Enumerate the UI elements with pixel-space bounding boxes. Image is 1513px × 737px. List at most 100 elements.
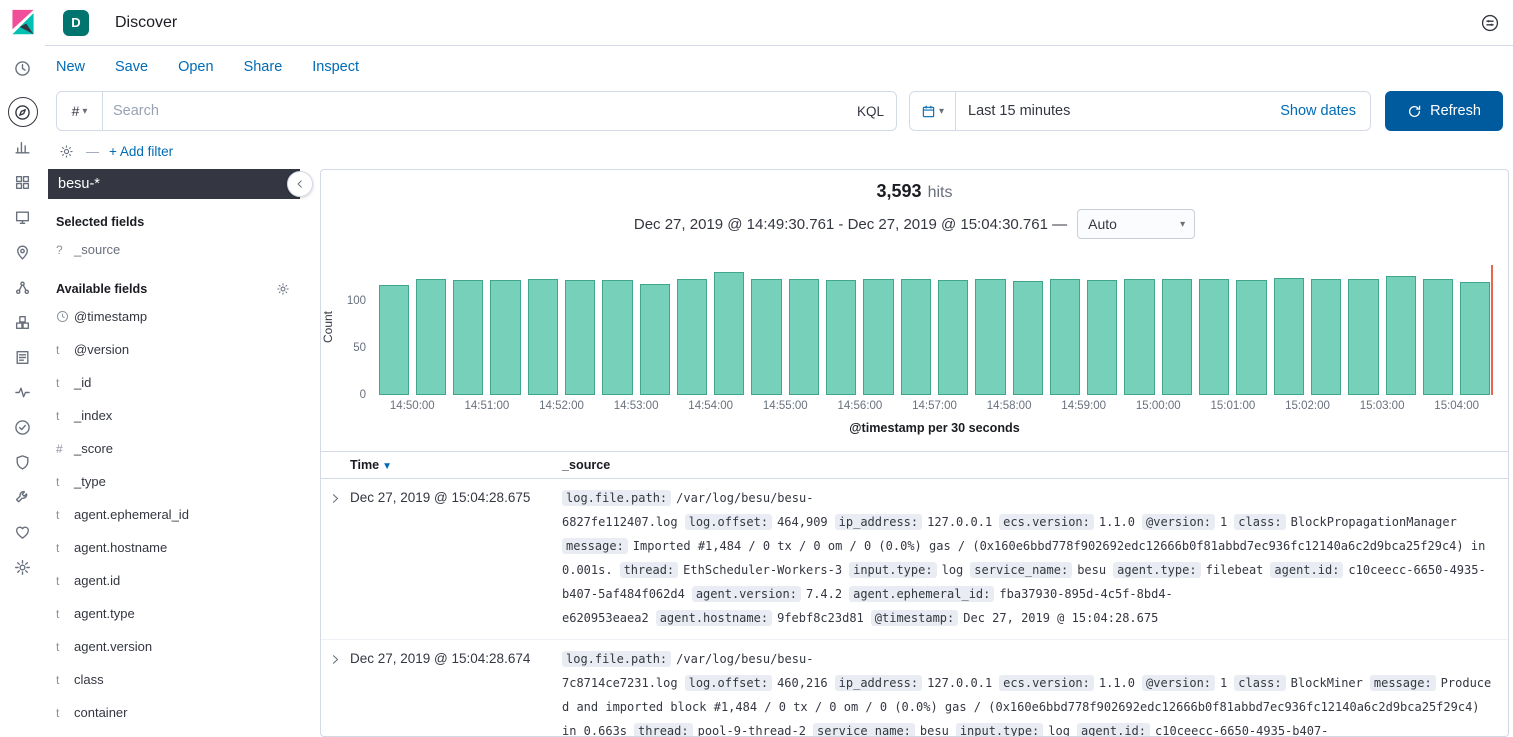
histogram-bar[interactable] — [1087, 280, 1117, 395]
field-type-badge: ? — [56, 243, 74, 257]
field-value: BlockMiner — [1291, 676, 1363, 690]
histogram-bar[interactable] — [1386, 276, 1416, 395]
nav-item-dashboard[interactable] — [8, 167, 38, 197]
field-item-_source[interactable]: ?_source — [48, 233, 300, 266]
query-row: # ▾ KQL ▾ Last 15 minutes Show dates Ref — [45, 88, 1513, 134]
histogram-bar[interactable] — [565, 280, 595, 395]
histogram-bar[interactable] — [751, 279, 781, 395]
field-type-badge: t — [56, 706, 74, 720]
field-value: 9febf8c23d81 — [777, 611, 864, 625]
histogram-bar[interactable] — [975, 279, 1005, 395]
kibana-logo[interactable] — [10, 9, 36, 35]
field-item-class[interactable]: tclass — [48, 663, 300, 696]
histogram-bar[interactable] — [938, 280, 968, 395]
collapse-sidebar-button[interactable] — [287, 171, 313, 197]
histogram-bar[interactable] — [640, 284, 670, 395]
menu-inspect-button[interactable]: Inspect — [312, 59, 359, 75]
documents-table: Time▼ _source Dec 27, 2019 @ 15:04:28.67… — [321, 451, 1508, 736]
histogram-bar[interactable] — [416, 279, 446, 395]
histogram-bar[interactable] — [453, 280, 483, 395]
histogram-bar[interactable] — [901, 279, 931, 395]
field-item-agent.hostname[interactable]: tagent.hostname — [48, 531, 300, 564]
histogram-bar[interactable] — [1311, 279, 1341, 395]
histogram-bar[interactable] — [677, 279, 707, 395]
histogram-bar[interactable] — [1274, 278, 1304, 395]
index-pattern-selector[interactable]: besu-* — [48, 169, 300, 199]
field-item-_id[interactable]: t_id — [48, 366, 300, 399]
nav-item-visualize[interactable] — [8, 132, 38, 162]
field-item-@timestamp[interactable]: @timestamp — [48, 300, 300, 333]
nav-item-canvas[interactable] — [8, 202, 38, 232]
time-range-value[interactable]: Last 15 minutes — [956, 92, 1280, 130]
field-item-agent.id[interactable]: tagent.id — [48, 564, 300, 597]
histogram-bar[interactable] — [1348, 279, 1378, 395]
field-key-badge: agent.id: — [1077, 723, 1150, 736]
field-item-@version[interactable]: t@version — [48, 333, 300, 366]
field-item-agent.version[interactable]: tagent.version — [48, 630, 300, 663]
x-tick-label: 14:54:00 — [688, 400, 733, 412]
nav-item-maps[interactable] — [8, 237, 38, 267]
menu-share-button[interactable]: Share — [244, 59, 283, 75]
field-value: 464,909 — [777, 515, 828, 529]
histogram-bar[interactable] — [528, 279, 558, 395]
show-dates-button[interactable]: Show dates — [1280, 92, 1370, 130]
histogram-bar[interactable] — [1199, 279, 1229, 395]
refresh-button[interactable]: Refresh — [1385, 91, 1503, 131]
histogram-bar[interactable] — [826, 280, 856, 395]
field-item-agent.ephemeral_id[interactable]: tagent.ephemeral_id — [48, 498, 300, 531]
nav-item-stack-monitoring[interactable] — [8, 517, 38, 547]
histogram-bars[interactable] — [375, 259, 1494, 395]
space-avatar[interactable]: D — [63, 10, 89, 36]
saved-query-menu-button[interactable]: # ▾ — [57, 92, 103, 130]
x-tick-label: 14:52:00 — [539, 400, 584, 412]
controls-icon[interactable] — [1481, 14, 1499, 32]
add-filter-button[interactable]: + Add filter — [109, 144, 173, 159]
histogram-bar[interactable] — [1162, 279, 1192, 395]
field-item-_score[interactable]: #_score — [48, 432, 300, 465]
histogram-bar[interactable] — [379, 285, 409, 395]
calendar-button[interactable]: ▾ — [910, 92, 956, 130]
nav-item-logs[interactable] — [8, 342, 38, 372]
field-key-badge: thread: — [634, 723, 693, 736]
expand-row-button[interactable] — [321, 486, 350, 630]
expand-row-button[interactable] — [321, 647, 350, 736]
menu-save-button[interactable]: Save — [115, 59, 148, 75]
histogram-bar[interactable] — [1236, 280, 1266, 395]
nav-item-dev-tools[interactable] — [8, 482, 38, 512]
histogram-bar[interactable] — [490, 280, 520, 395]
histogram-bar[interactable] — [714, 272, 744, 395]
app-nav-rail — [0, 0, 45, 737]
histogram-bar[interactable] — [863, 279, 893, 395]
nav-item-uptime[interactable] — [8, 412, 38, 442]
nav-item-management[interactable] — [8, 552, 38, 582]
nav-item-recently-viewed[interactable] — [8, 53, 38, 83]
field-key-badge: ip_address: — [835, 514, 922, 530]
field-settings-icon[interactable] — [276, 282, 292, 296]
histogram-bar[interactable] — [789, 279, 819, 395]
histogram-bar[interactable] — [602, 280, 632, 395]
interval-select[interactable]: Auto ▾ — [1077, 209, 1195, 239]
nav-item-discover[interactable] — [8, 97, 38, 127]
filter-options-icon[interactable] — [59, 144, 74, 159]
histogram-bar[interactable] — [1124, 279, 1154, 395]
histogram-bar[interactable] — [1423, 279, 1453, 395]
nav-item-apm[interactable] — [8, 377, 38, 407]
field-item-container[interactable]: tcontainer — [48, 696, 300, 729]
histogram-bar[interactable] — [1460, 282, 1490, 395]
histogram-bar[interactable] — [1050, 279, 1080, 395]
menu-new-button[interactable]: New — [56, 59, 85, 75]
time-column-header[interactable]: Time▼ — [350, 458, 562, 472]
field-item-agent.type[interactable]: tagent.type — [48, 597, 300, 630]
x-tick-label: 14:55:00 — [763, 400, 808, 412]
field-name: agent.type — [74, 606, 135, 621]
field-item-_type[interactable]: t_type — [48, 465, 300, 498]
menu-open-button[interactable]: Open — [178, 59, 213, 75]
search-input[interactable] — [103, 92, 845, 130]
nav-item-siem[interactable] — [8, 447, 38, 477]
nav-item-machine-learning[interactable] — [8, 272, 38, 302]
page-title: Discover — [115, 14, 177, 32]
kql-toggle[interactable]: KQL — [845, 92, 896, 130]
histogram-bar[interactable] — [1013, 281, 1043, 395]
field-item-_index[interactable]: t_index — [48, 399, 300, 432]
nav-item-infrastructure[interactable] — [8, 307, 38, 337]
